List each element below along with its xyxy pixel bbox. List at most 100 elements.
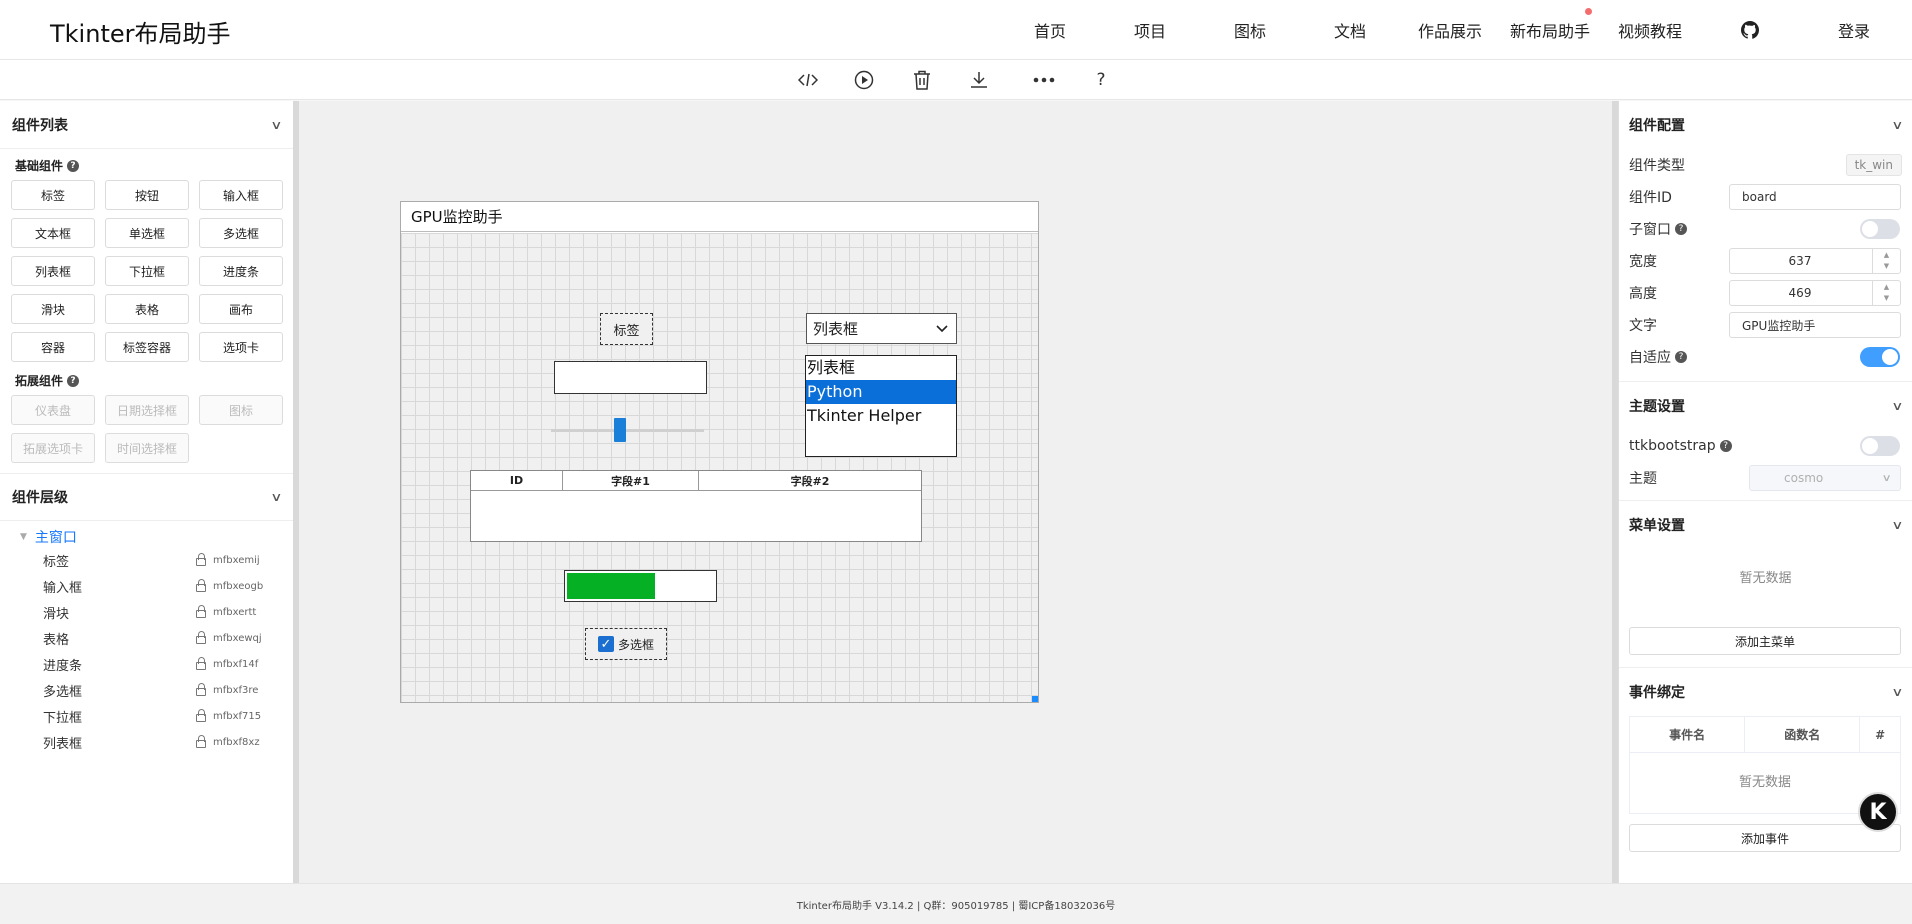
github-link[interactable]: [1700, 21, 1800, 39]
layer-item[interactable]: 下拉框 mfbxf715: [0, 703, 293, 729]
widget-label[interactable]: 标签: [600, 313, 653, 345]
component-ext-notebook-button[interactable]: 拓展选项卡: [11, 433, 95, 463]
component-progress-button[interactable]: 进度条: [199, 256, 283, 286]
spinner-icon[interactable]: ▲ ▼: [1872, 249, 1900, 273]
component-canvas-button[interactable]: 画布: [199, 294, 283, 324]
help-icon[interactable]: ?: [1087, 68, 1115, 92]
more-icon[interactable]: [1030, 68, 1058, 92]
component-gauge-button[interactable]: 仪表盘: [11, 395, 95, 425]
listbox-item[interactable]: Tkinter Helper: [806, 404, 956, 428]
layer-item[interactable]: 表格 mfbxewqj: [0, 625, 293, 651]
chevron-down-icon[interactable]: ∨: [1891, 118, 1903, 132]
event-header[interactable]: 事件绑定 ∨: [1619, 668, 1912, 716]
menu-header[interactable]: 菜单设置 ∨: [1619, 501, 1912, 549]
download-icon[interactable]: [965, 68, 993, 92]
login-link[interactable]: 登录: [1804, 18, 1904, 42]
component-icon-button[interactable]: 图标: [199, 395, 283, 425]
k-logo-icon[interactable]: K: [1858, 792, 1898, 832]
widget-slider-track[interactable]: [551, 429, 704, 432]
table-header-cell[interactable]: ID: [471, 471, 563, 490]
listbox-item[interactable]: 列表框: [806, 356, 956, 380]
unlock-icon[interactable]: [196, 605, 206, 618]
widget-slider-handle[interactable]: [614, 418, 627, 442]
prop-id-input[interactable]: board: [1729, 184, 1901, 210]
layer-item[interactable]: 进度条 mfbxf14f: [0, 651, 293, 677]
component-listbox-button[interactable]: 列表框: [11, 256, 95, 286]
component-radio-button[interactable]: 单选框: [105, 218, 189, 248]
unlock-icon[interactable]: [196, 735, 206, 748]
component-labelframe-button[interactable]: 标签容器: [105, 332, 189, 362]
unlock-icon[interactable]: [196, 657, 206, 670]
component-button-button[interactable]: 按钮: [105, 180, 189, 210]
component-entry-button[interactable]: 输入框: [199, 180, 283, 210]
listbox-item[interactable]: Python: [806, 380, 956, 404]
add-event-button[interactable]: 添加事件: [1629, 824, 1901, 852]
component-datepicker-button[interactable]: 日期选择框: [105, 395, 189, 425]
layer-item[interactable]: 列表框 mfbxf8xz: [0, 729, 293, 755]
nav-video[interactable]: 视频教程: [1600, 18, 1700, 42]
question-icon[interactable]: ?: [67, 374, 80, 387]
unlock-icon[interactable]: [196, 631, 206, 644]
widget-checkbox[interactable]: ✓ 多选框: [585, 628, 667, 660]
nav-icons[interactable]: 图标: [1200, 18, 1300, 42]
widget-entry[interactable]: [554, 361, 707, 394]
unlock-icon[interactable]: [196, 683, 206, 696]
question-icon[interactable]: ?: [1675, 223, 1687, 235]
checkbox-checked-icon[interactable]: ✓: [597, 636, 614, 652]
theme-header[interactable]: 主题设置 ∨: [1619, 382, 1912, 430]
child-window-switch[interactable]: [1860, 219, 1900, 239]
table-header-cell[interactable]: 字段#2: [699, 471, 921, 490]
widget-listbox[interactable]: 列表框 Python Tkinter Helper: [805, 355, 957, 457]
layer-item[interactable]: 标签 mfbxemij: [0, 547, 293, 573]
config-header[interactable]: 组件配置 ∨: [1619, 101, 1912, 149]
code-icon[interactable]: [794, 68, 822, 92]
table-header-cell[interactable]: 字段#1: [563, 471, 699, 490]
component-checkbox-button[interactable]: 多选框: [199, 218, 283, 248]
resize-handle[interactable]: [1032, 696, 1038, 702]
layer-item[interactable]: 滑块 mfbxertt: [0, 599, 293, 625]
question-icon[interactable]: ?: [67, 159, 80, 172]
widget-table[interactable]: ID 字段#1 字段#2: [470, 470, 922, 542]
preview-board[interactable]: [401, 233, 1038, 702]
unlock-icon[interactable]: [196, 553, 206, 566]
ttkbootstrap-switch[interactable]: [1860, 436, 1900, 456]
nav-docs[interactable]: 文档: [1300, 18, 1400, 42]
play-icon[interactable]: [850, 68, 878, 92]
widget-progressbar[interactable]: [564, 570, 717, 602]
chevron-down-icon[interactable]: ∨: [270, 118, 282, 132]
trash-icon[interactable]: [908, 68, 936, 92]
prop-text-input[interactable]: GPU监控助手: [1729, 312, 1901, 338]
brand-title[interactable]: Tkinter布局助手: [50, 14, 230, 49]
theme-select[interactable]: cosmo ∨: [1749, 465, 1901, 491]
nav-home[interactable]: 首页: [1000, 18, 1100, 42]
question-icon[interactable]: ?: [1675, 351, 1687, 363]
chevron-down-icon[interactable]: ∨: [270, 490, 282, 504]
widget-combobox[interactable]: 列表框: [806, 313, 957, 344]
caret-down-icon[interactable]: ▼: [20, 532, 27, 542]
layer-item[interactable]: 输入框 mfbxeogb: [0, 573, 293, 599]
chevron-down-icon[interactable]: ∨: [1891, 399, 1903, 413]
layer-item[interactable]: 多选框 mfbxf3re: [0, 677, 293, 703]
unlock-icon[interactable]: [196, 579, 206, 592]
spinner-icon[interactable]: ▲ ▼: [1872, 281, 1900, 305]
components-header[interactable]: 组件列表 ∨: [0, 101, 293, 149]
question-icon[interactable]: ?: [1719, 440, 1732, 452]
chevron-down-icon[interactable]: ∨: [1891, 685, 1903, 699]
nav-projects[interactable]: 项目: [1100, 18, 1200, 42]
component-label-button[interactable]: 标签: [11, 180, 95, 210]
prop-height-input[interactable]: 469 ▲ ▼: [1729, 280, 1901, 306]
component-timepicker-button[interactable]: 时间选择框: [105, 433, 189, 463]
component-text-button[interactable]: 文本框: [11, 218, 95, 248]
auto-fit-switch[interactable]: [1860, 347, 1900, 367]
prop-width-input[interactable]: 637 ▲ ▼: [1729, 248, 1901, 274]
component-notebook-button[interactable]: 选项卡: [199, 332, 283, 362]
nav-showcase[interactable]: 作品展示: [1400, 18, 1500, 42]
layer-root[interactable]: ▼ 主窗口: [0, 521, 293, 547]
add-menu-button[interactable]: 添加主菜单: [1629, 627, 1901, 655]
layers-header[interactable]: 组件层级 ∨: [0, 473, 293, 521]
nav-new-helper[interactable]: 新布局助手: [1500, 8, 1600, 42]
chevron-down-icon[interactable]: ∨: [1891, 518, 1903, 532]
component-frame-button[interactable]: 容器: [11, 332, 95, 362]
component-slider-button[interactable]: 滑块: [11, 294, 95, 324]
component-combobox-button[interactable]: 下拉框: [105, 256, 189, 286]
